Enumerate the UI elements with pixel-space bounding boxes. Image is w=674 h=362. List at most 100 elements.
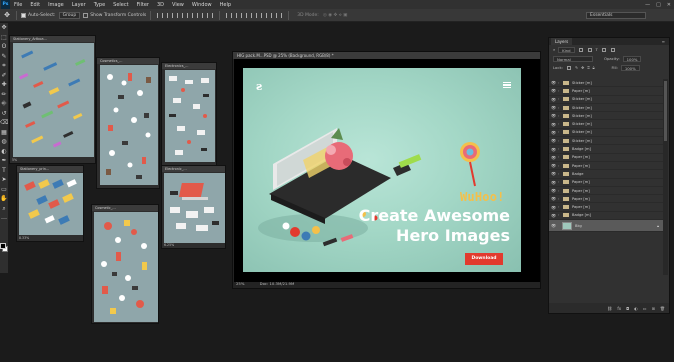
distribute-icon[interactable]	[276, 12, 283, 18]
document-canvas[interactable]	[19, 173, 83, 235]
layer-row[interactable]: 👁︎ › Badge	[549, 170, 663, 179]
canvas-area[interactable]: ƨ WuHoo! Create Awesome Hero Images Down…	[234, 59, 540, 282]
auto-select-dropdown[interactable]: Group	[58, 11, 81, 19]
menu-window[interactable]: Window	[188, 2, 216, 8]
expand-arrow-icon[interactable]: ›	[558, 172, 562, 176]
visibility-eye-icon[interactable]: 👁︎	[549, 163, 558, 168]
expand-arrow-icon[interactable]: ›	[558, 139, 562, 143]
document-tab[interactable]: Stationery_Artboa...	[10, 36, 95, 42]
distribute-icon[interactable]	[236, 12, 243, 18]
distribute-icon[interactable]	[226, 12, 233, 18]
eraser-tool-icon[interactable]: ⌫	[0, 118, 8, 128]
layer-row[interactable]: 👁︎ › Paper [m]	[549, 203, 663, 212]
visibility-eye-icon[interactable]: 👁︎	[549, 205, 558, 210]
group-icon[interactable]: ▭	[643, 306, 647, 311]
history-brush-tool-icon[interactable]: ↺	[0, 109, 8, 119]
color-swatches[interactable]	[0, 243, 8, 257]
layer-row[interactable]: 👁︎ › Paper [m]	[549, 87, 663, 96]
transform-controls-checkbox[interactable]	[83, 12, 89, 18]
more-tool-icon[interactable]: …	[0, 213, 8, 223]
smart-object-filter-icon[interactable]	[610, 47, 615, 52]
type-filter-icon[interactable]: T	[596, 47, 598, 52]
visibility-eye-icon[interactable]: 👁︎	[549, 138, 558, 143]
adjustment-icon[interactable]: ◐	[634, 306, 638, 311]
blur-tool-icon[interactable]: ◍	[0, 137, 8, 147]
crop-tool-icon[interactable]: ⌗	[0, 61, 8, 71]
document-canvas[interactable]	[94, 212, 158, 322]
visibility-eye-icon[interactable]: 👁︎	[549, 113, 558, 118]
document-window-stationery[interactable]: Stationery_Artboa... 5%	[9, 35, 96, 164]
layer-row[interactable]: 👁︎ › Paper [m]	[549, 154, 663, 162]
menu-image[interactable]: Image	[44, 2, 68, 8]
maximize-button[interactable]: □	[656, 2, 661, 8]
distribute-icon[interactable]	[246, 12, 253, 18]
visibility-eye-icon[interactable]: 👁︎	[549, 122, 558, 127]
filter-kind-dropdown[interactable]: Kind	[558, 46, 575, 53]
expand-arrow-icon[interactable]: ›	[558, 81, 562, 85]
zoom-tool-icon[interactable]: ⌕	[0, 204, 8, 214]
hand-tool-icon[interactable]: ✋	[0, 194, 8, 204]
lock-all-icon[interactable]: 🔒︎	[592, 65, 594, 70]
healing-tool-icon[interactable]: ✚	[0, 80, 8, 90]
visibility-eye-icon[interactable]: 👁︎	[549, 171, 558, 176]
document-tab[interactable]: Stationery_prin...	[17, 166, 83, 172]
menu-file[interactable]: File	[10, 2, 26, 8]
pen-tool-icon[interactable]: ✒	[0, 156, 8, 166]
foreground-color-swatch[interactable]	[0, 243, 6, 249]
3d-rotate-icon[interactable]: ◎ ◉ ✥ ⟡ ▣	[323, 12, 348, 18]
expand-arrow-icon[interactable]: ›	[558, 114, 562, 118]
distribute-icon[interactable]	[266, 12, 273, 18]
shape-filter-icon[interactable]	[601, 47, 606, 52]
align-right-icon[interactable]	[207, 12, 214, 18]
menu-select[interactable]: Select	[109, 2, 132, 8]
expand-arrow-icon[interactable]: ›	[558, 164, 562, 168]
menu-filter[interactable]: Filter	[133, 2, 153, 8]
expand-arrow-icon[interactable]: ›	[558, 130, 562, 134]
fill-input[interactable]: 100%	[620, 64, 640, 71]
move-tool-icon[interactable]: ✥	[2, 11, 12, 19]
quick-select-tool-icon[interactable]: ✎	[0, 52, 8, 62]
panel-menu-icon[interactable]: ≡	[662, 38, 665, 45]
document-canvas[interactable]	[165, 70, 215, 162]
layer-row[interactable]: 👁︎ › Sticker [m]	[549, 129, 663, 138]
document-canvas[interactable]	[13, 43, 94, 157]
visibility-eye-icon[interactable]: 👁︎	[549, 105, 558, 110]
lasso-tool-icon[interactable]: ʘ	[0, 42, 8, 52]
gradient-tool-icon[interactable]: ▦	[0, 128, 8, 138]
align-center-icon[interactable]	[197, 12, 204, 18]
eyedropper-tool-icon[interactable]: ✐	[0, 71, 8, 81]
document-tab[interactable]: Cosmetics_...	[97, 58, 159, 64]
document-canvas[interactable]	[100, 65, 158, 185]
opacity-input[interactable]: 100%	[622, 55, 642, 62]
expand-arrow-icon[interactable]: ›	[558, 147, 562, 151]
visibility-eye-icon[interactable]: 👁︎	[549, 97, 558, 102]
align-top-icon[interactable]	[157, 12, 164, 18]
adjustment-filter-icon[interactable]	[587, 47, 592, 52]
layers-scrollbar[interactable]	[663, 79, 668, 275]
expand-arrow-icon[interactable]: ›	[558, 122, 562, 126]
visibility-eye-icon[interactable]: 👁︎	[549, 196, 558, 201]
layer-row[interactable]: 👁︎ › Paper [m]	[549, 195, 663, 204]
close-button[interactable]: ✕	[667, 2, 671, 8]
minimize-button[interactable]: —	[645, 2, 650, 8]
align-left-icon[interactable]	[187, 12, 194, 18]
layer-row[interactable]: 👁︎ › Paper [m]	[549, 179, 663, 187]
expand-arrow-icon[interactable]: ›	[558, 155, 562, 159]
expand-arrow-icon[interactable]: ›	[558, 205, 562, 209]
document-tab[interactable]: Cosmetic_...	[92, 205, 158, 211]
visibility-eye-icon[interactable]: 👁︎	[549, 147, 558, 152]
menu-3d[interactable]: 3D	[153, 2, 168, 8]
document-window-stationery-print[interactable]: Stationery_prin... 8.33%	[16, 165, 84, 242]
document-tab[interactable]: Electronic_...	[162, 166, 225, 172]
layer-row[interactable]: 👁︎ › Sticker [m]	[549, 79, 663, 88]
layer-row[interactable]: 👁︎ › Badge [m]	[549, 145, 663, 154]
align-bottom-icon[interactable]	[177, 12, 184, 18]
trash-icon[interactable]: 🗑︎	[660, 306, 665, 311]
new-layer-icon[interactable]: ⊞	[652, 306, 655, 311]
align-middle-icon[interactable]	[167, 12, 174, 18]
distribute-icon[interactable]	[256, 12, 263, 18]
document-window-cosmetics[interactable]: Cosmetics_...	[96, 57, 160, 189]
pixel-filter-icon[interactable]	[578, 47, 583, 52]
visibility-eye-icon[interactable]: 👁︎	[549, 155, 558, 160]
layer-row[interactable]: 👁︎ › Paper [m]	[549, 187, 663, 196]
